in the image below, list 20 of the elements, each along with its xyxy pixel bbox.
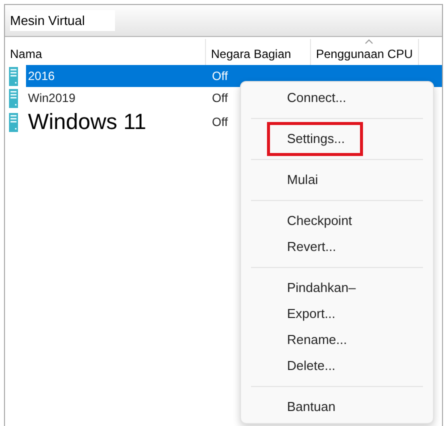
virtual-machine-icon	[9, 112, 18, 132]
vm-state: Off	[211, 115, 228, 129]
menu-item[interactable]: Connect...	[241, 85, 433, 111]
menu-item[interactable]: Delete...	[241, 353, 433, 379]
vm-name: 2016	[27, 68, 56, 85]
vm-state: Off	[211, 69, 228, 83]
vm-state: Off	[211, 91, 228, 105]
menu-item[interactable]: Settings...	[267, 122, 363, 156]
menu-item[interactable]: Export...	[241, 301, 433, 327]
menu-item[interactable]: Bantuan	[241, 394, 433, 420]
panel-title: Mesin Virtual	[10, 10, 115, 31]
menu-item[interactable]: Pindahkan–	[241, 275, 433, 301]
menu-item[interactable]: Mulai	[241, 167, 433, 193]
menu-item[interactable]: Checkpoint	[241, 208, 433, 234]
vm-name: Windows 11	[27, 109, 148, 135]
vm-name: Win2019	[27, 90, 76, 107]
menu-item[interactable]: Revert...	[241, 234, 433, 260]
virtual-machine-icon	[9, 66, 18, 86]
menu-item[interactable]: Rename...	[241, 327, 433, 353]
virtual-machine-icon	[9, 88, 18, 108]
